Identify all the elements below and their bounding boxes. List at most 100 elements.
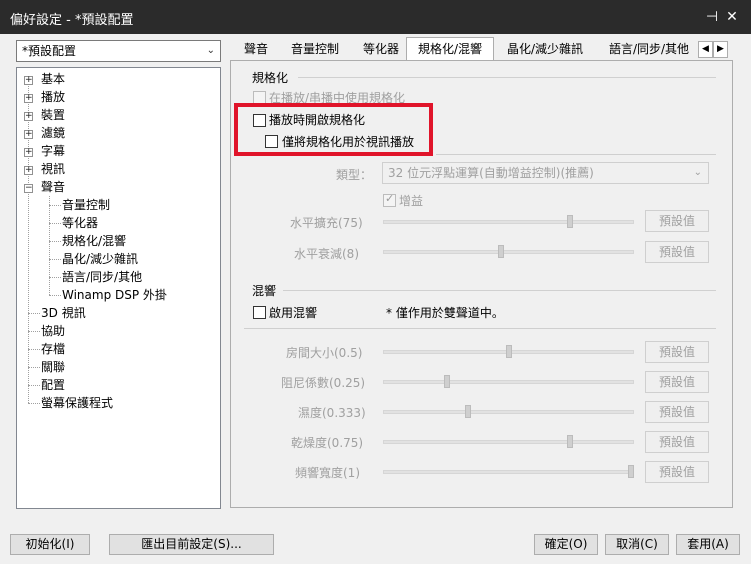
dry-default-button[interactable]: 預設值 <box>645 431 709 453</box>
width-label: 頻響寬度(1) <box>295 466 360 480</box>
apply-button[interactable]: 套用(A) <box>676 534 740 555</box>
level-expand-default-button[interactable]: 預設值 <box>645 210 709 232</box>
tree-item-volume-control[interactable]: 音量控制 <box>62 197 110 214</box>
normalize-group-label: 規格化 <box>252 71 289 85</box>
tree-item-filter[interactable]: 濾鏡 <box>41 125 65 142</box>
damping-label: 阻尼係數(0.25) <box>281 376 366 390</box>
cancel-button[interactable]: 取消(C) <box>605 534 669 555</box>
type-label: 類型： <box>336 168 373 182</box>
tree-item-association[interactable]: 關聯 <box>41 359 65 376</box>
tree-connector <box>49 295 61 296</box>
width-slider[interactable] <box>383 470 634 474</box>
dry-slider[interactable] <box>383 440 634 444</box>
tree-item-audio[interactable]: 聲音 <box>41 179 65 196</box>
damping-thumb[interactable] <box>444 375 451 388</box>
profile-dropdown[interactable]: *預設配置 ⌄ <box>16 40 221 62</box>
tree-item-playback[interactable]: 播放 <box>41 89 65 106</box>
tab-scroll-right-icon[interactable]: ▶ <box>713 41 728 58</box>
tab-language-sync[interactable]: 語言/同步/其他 <box>600 38 698 60</box>
tab-equalizer[interactable]: 等化器 <box>354 38 408 60</box>
checkmark-icon: ✓ <box>385 192 395 205</box>
wet-label: 濕度(0.333) <box>298 406 366 420</box>
highlight-box <box>234 103 433 156</box>
reverb-note: * 僅作用於雙聲道中。 <box>386 306 504 320</box>
damping-slider[interactable] <box>383 380 634 384</box>
expand-icon[interactable]: + <box>24 112 33 121</box>
expand-icon[interactable]: + <box>24 148 33 157</box>
tree-item-screensaver[interactable]: 螢幕保護程式 <box>41 395 113 412</box>
level-decay-thumb[interactable] <box>498 245 505 258</box>
export-settings-button[interactable]: 匯出目前設定(S)... <box>109 534 274 555</box>
tab-normalize-reverb[interactable]: 規格化/混響 <box>406 37 494 60</box>
tree-connector <box>28 349 40 350</box>
enable-reverb-checkbox[interactable] <box>253 306 266 319</box>
expand-icon[interactable]: + <box>24 166 33 175</box>
wet-thumb[interactable] <box>464 405 471 418</box>
tab-sound[interactable]: 聲音 <box>236 38 276 60</box>
expand-icon[interactable]: + <box>24 130 33 139</box>
tree-item-equalizer[interactable]: 等化器 <box>62 215 98 232</box>
tree-connector <box>49 259 61 260</box>
tree-item-winamp-dsp[interactable]: Winamp DSP 外掛 <box>62 287 167 304</box>
enable-reverb-label: 啟用混響 <box>269 306 318 320</box>
tab-strip: 聲音 音量控制 等化器 規格化/混響 晶化/減少雜訊 語言/同步/其他 <box>230 37 730 60</box>
tree-item-help[interactable]: 協助 <box>41 323 65 340</box>
tab-crystalize-noise[interactable]: 晶化/減少雜訊 <box>498 38 592 60</box>
title-bar: 偏好設定 - *預設配置 ⊣ ✕ <box>0 0 751 34</box>
normalize-type-dropdown[interactable]: 32 位元浮點運算(自動增益控制)(推薦) ⌄ <box>382 162 709 184</box>
level-expand-label: 水平擴充(75) <box>290 216 363 230</box>
tree-connector <box>49 205 61 206</box>
expand-icon[interactable]: + <box>24 76 33 85</box>
collapse-icon[interactable]: − <box>24 184 33 193</box>
group-divider <box>283 290 716 291</box>
tree-item-configuration[interactable]: 配置 <box>41 377 65 394</box>
dry-label: 乾燥度(0.75) <box>291 436 364 450</box>
separator <box>244 328 716 329</box>
room-size-label: 房間大小(0.5) <box>286 346 363 360</box>
level-expand-slider[interactable] <box>383 220 634 224</box>
gain-checkbox[interactable]: ✓ <box>383 192 396 207</box>
tree-connector <box>49 241 61 242</box>
tree-item-subtitle[interactable]: 字幕 <box>41 143 65 160</box>
gain-label: 增益 <box>399 194 424 208</box>
level-decay-label: 水平衰減(8) <box>294 247 359 261</box>
tree-item-crystalize-noise[interactable]: 晶化/減少雜訊 <box>62 251 138 268</box>
tree-connector <box>49 277 61 278</box>
width-default-button[interactable]: 預設值 <box>645 461 709 483</box>
window-title: 偏好設定 - *預設配置 <box>10 13 134 28</box>
reverb-group-label: 混響 <box>252 284 277 298</box>
wet-default-button[interactable]: 預設值 <box>645 401 709 423</box>
init-button[interactable]: 初始化(I) <box>10 534 90 555</box>
ok-button[interactable]: 確定(O) <box>534 534 598 555</box>
group-divider <box>298 77 716 78</box>
tab-scroll-left-icon[interactable]: ◀ <box>698 41 713 58</box>
preferences-window: 偏好設定 - *預設配置 ⊣ ✕ *預設配置 ⌄ + 基本 + 播放 + 裝置 … <box>0 0 751 564</box>
normalize-type-value: 32 位元浮點運算(自動增益控制)(推薦) <box>388 166 594 180</box>
chevron-down-icon: ⌄ <box>206 45 215 56</box>
tree-item-normalize-reverb[interactable]: 規格化/混響 <box>62 233 126 250</box>
expand-icon[interactable]: + <box>24 94 33 103</box>
room-size-default-button[interactable]: 預設值 <box>645 341 709 363</box>
tab-volume-control[interactable]: 音量控制 <box>282 38 348 60</box>
width-thumb[interactable] <box>628 465 634 478</box>
tree-connector <box>28 367 40 368</box>
tree-item-save[interactable]: 存檔 <box>41 341 65 358</box>
profile-dropdown-value: *預設配置 <box>22 44 77 58</box>
tree-item-3d-video[interactable]: 3D 視訊 <box>41 305 86 322</box>
dry-thumb[interactable] <box>566 435 573 448</box>
room-size-thumb[interactable] <box>505 345 512 358</box>
level-expand-thumb[interactable] <box>566 215 573 228</box>
tree-item-basic[interactable]: 基本 <box>41 71 65 88</box>
separator <box>436 154 716 155</box>
level-decay-slider[interactable] <box>383 250 634 254</box>
damping-default-button[interactable]: 預設值 <box>645 371 709 393</box>
wet-slider[interactable] <box>383 410 634 414</box>
tree-connector <box>28 78 29 403</box>
tree-connector <box>28 385 40 386</box>
tree-item-language-sync[interactable]: 語言/同步/其他 <box>62 269 142 286</box>
close-icon[interactable]: ✕ <box>722 9 742 25</box>
level-decay-default-button[interactable]: 預設值 <box>645 241 709 263</box>
pin-icon[interactable]: ⊣ <box>702 9 722 25</box>
tree-item-device[interactable]: 裝置 <box>41 107 65 124</box>
tree-item-video[interactable]: 視訊 <box>41 161 65 178</box>
